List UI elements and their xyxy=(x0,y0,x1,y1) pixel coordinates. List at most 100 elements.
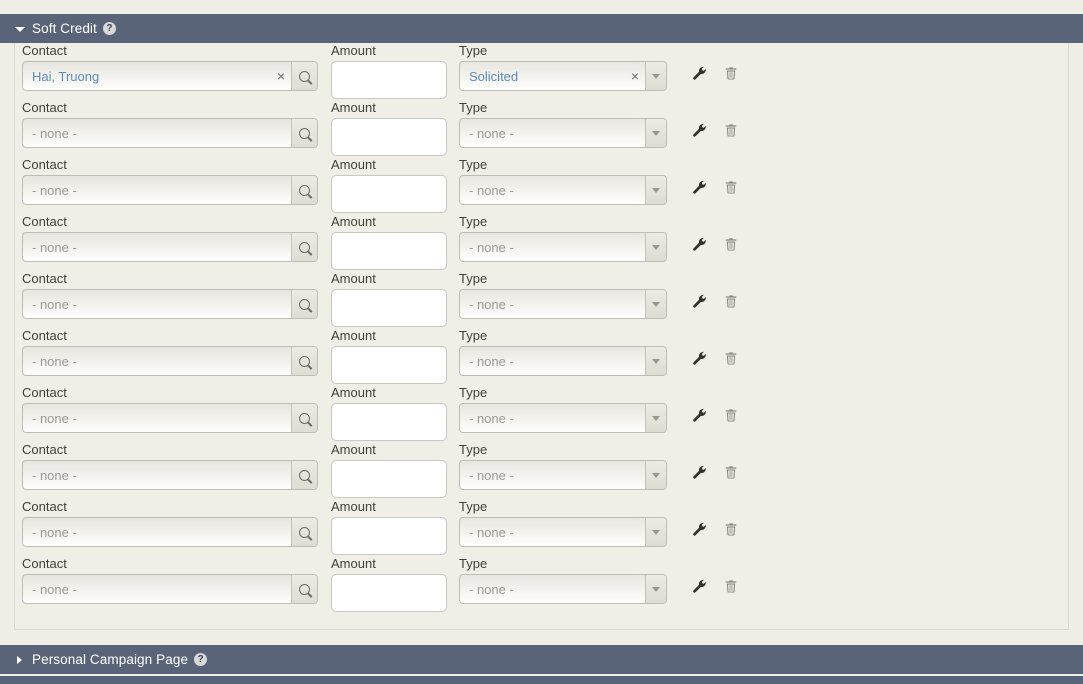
contact-input[interactable]: - none - xyxy=(23,404,291,432)
type-select[interactable]: - none - xyxy=(459,232,667,262)
amount-input[interactable] xyxy=(331,175,447,213)
contact-lookup[interactable]: - none - xyxy=(22,574,318,604)
contact-input[interactable]: - none - xyxy=(23,233,291,261)
contact-search-button[interactable] xyxy=(291,461,317,489)
trash-icon[interactable] xyxy=(721,290,741,312)
type-select-value[interactable]: - none - xyxy=(460,119,645,147)
type-select-value[interactable]: Solicited xyxy=(460,62,625,90)
wrench-icon[interactable] xyxy=(689,119,709,141)
trash-icon[interactable] xyxy=(721,347,741,369)
type-select-value[interactable]: - none - xyxy=(460,404,645,432)
contact-input[interactable]: - none - xyxy=(23,518,291,546)
contact-lookup[interactable]: Hai, Truong × xyxy=(22,61,318,91)
type-select[interactable]: - none - xyxy=(459,517,667,547)
contact-input[interactable]: - none - xyxy=(23,119,291,147)
type-dropdown-button[interactable] xyxy=(645,290,666,318)
contact-field-group: Contact - none - xyxy=(22,214,318,262)
amount-input[interactable] xyxy=(331,61,447,99)
contact-input[interactable]: - none - xyxy=(23,290,291,318)
wrench-icon[interactable] xyxy=(689,290,709,312)
contact-clear-button[interactable]: × xyxy=(271,62,291,90)
type-select[interactable]: - none - xyxy=(459,175,667,205)
wrench-icon[interactable] xyxy=(689,347,709,369)
section-header-personal-campaign-page[interactable]: Personal Campaign Page ? xyxy=(0,645,1083,674)
type-dropdown-button[interactable] xyxy=(645,176,666,204)
amount-input[interactable] xyxy=(331,460,447,498)
contact-lookup[interactable]: - none - xyxy=(22,289,318,319)
wrench-icon[interactable] xyxy=(689,62,709,84)
type-dropdown-button[interactable] xyxy=(645,404,666,432)
type-select[interactable]: - none - xyxy=(459,574,667,604)
trash-icon[interactable] xyxy=(721,62,741,84)
section-header-next-partial[interactable] xyxy=(0,676,1083,684)
trash-icon[interactable] xyxy=(721,119,741,141)
type-dropdown-button[interactable] xyxy=(645,461,666,489)
type-select[interactable]: - none - xyxy=(459,289,667,319)
contact-lookup[interactable]: - none - xyxy=(22,460,318,490)
wrench-icon[interactable] xyxy=(689,575,709,597)
contact-search-button[interactable] xyxy=(291,176,317,204)
contact-lookup[interactable]: - none - xyxy=(22,346,318,376)
type-select[interactable]: - none - xyxy=(459,460,667,490)
contact-search-button[interactable] xyxy=(291,290,317,318)
soft-credit-row: Contact Hai, Truong × Amount Type Solicited × xyxy=(15,43,1068,100)
contact-lookup[interactable]: - none - xyxy=(22,232,318,262)
type-dropdown-button[interactable] xyxy=(645,119,666,147)
contact-input[interactable]: - none - xyxy=(23,575,291,603)
amount-input[interactable] xyxy=(331,517,447,555)
trash-icon[interactable] xyxy=(721,461,741,483)
contact-search-button[interactable] xyxy=(291,518,317,546)
trash-icon[interactable] xyxy=(721,518,741,540)
type-dropdown-button[interactable] xyxy=(645,347,666,375)
wrench-icon[interactable] xyxy=(689,404,709,426)
amount-input[interactable] xyxy=(331,403,447,441)
section-header-soft-credit[interactable]: Soft Credit ? xyxy=(0,14,1083,43)
type-select[interactable]: - none - xyxy=(459,346,667,376)
type-select-value[interactable]: - none - xyxy=(460,347,645,375)
type-clear-button[interactable]: × xyxy=(625,62,645,90)
contact-lookup[interactable]: - none - xyxy=(22,118,318,148)
wrench-icon[interactable] xyxy=(689,518,709,540)
type-select[interactable]: - none - xyxy=(459,403,667,433)
type-select-value[interactable]: - none - xyxy=(460,575,645,603)
amount-input[interactable] xyxy=(331,118,447,156)
amount-input[interactable] xyxy=(331,289,447,327)
type-select-value[interactable]: - none - xyxy=(460,461,645,489)
help-icon-soft-credit[interactable]: ? xyxy=(102,22,116,35)
type-select-value[interactable]: - none - xyxy=(460,290,645,318)
contact-search-button[interactable] xyxy=(291,575,317,603)
trash-icon[interactable] xyxy=(721,233,741,255)
type-select-value[interactable]: - none - xyxy=(460,233,645,261)
amount-input[interactable] xyxy=(331,346,447,384)
type-dropdown-button[interactable] xyxy=(645,233,666,261)
trash-icon[interactable] xyxy=(721,176,741,198)
contact-search-button[interactable] xyxy=(291,404,317,432)
contact-lookup[interactable]: - none - xyxy=(22,175,318,205)
trash-icon[interactable] xyxy=(721,404,741,426)
type-dropdown-button[interactable] xyxy=(645,518,666,546)
amount-input[interactable] xyxy=(331,232,447,270)
contact-search-button[interactable] xyxy=(291,119,317,147)
trash-icon[interactable] xyxy=(721,575,741,597)
contact-input[interactable]: - none - xyxy=(23,347,291,375)
chevron-down-icon xyxy=(652,358,660,364)
type-select-value[interactable]: - none - xyxy=(460,518,645,546)
contact-lookup[interactable]: - none - xyxy=(22,403,318,433)
contact-lookup[interactable]: - none - xyxy=(22,517,318,547)
wrench-icon[interactable] xyxy=(689,233,709,255)
contact-search-button[interactable] xyxy=(291,62,317,90)
type-select-value[interactable]: - none - xyxy=(460,176,645,204)
type-select[interactable]: - none - xyxy=(459,118,667,148)
contact-input[interactable]: - none - xyxy=(23,461,291,489)
wrench-icon[interactable] xyxy=(689,176,709,198)
type-select[interactable]: Solicited × xyxy=(459,61,667,91)
contact-search-button[interactable] xyxy=(291,347,317,375)
amount-input[interactable] xyxy=(331,574,447,612)
contact-search-button[interactable] xyxy=(291,233,317,261)
type-dropdown-button[interactable] xyxy=(645,575,666,603)
contact-input[interactable]: - none - xyxy=(23,176,291,204)
contact-input[interactable]: Hai, Truong xyxy=(23,62,271,90)
wrench-icon[interactable] xyxy=(689,461,709,483)
help-icon-personal-campaign-page[interactable]: ? xyxy=(194,653,208,666)
type-dropdown-button[interactable] xyxy=(645,62,666,90)
